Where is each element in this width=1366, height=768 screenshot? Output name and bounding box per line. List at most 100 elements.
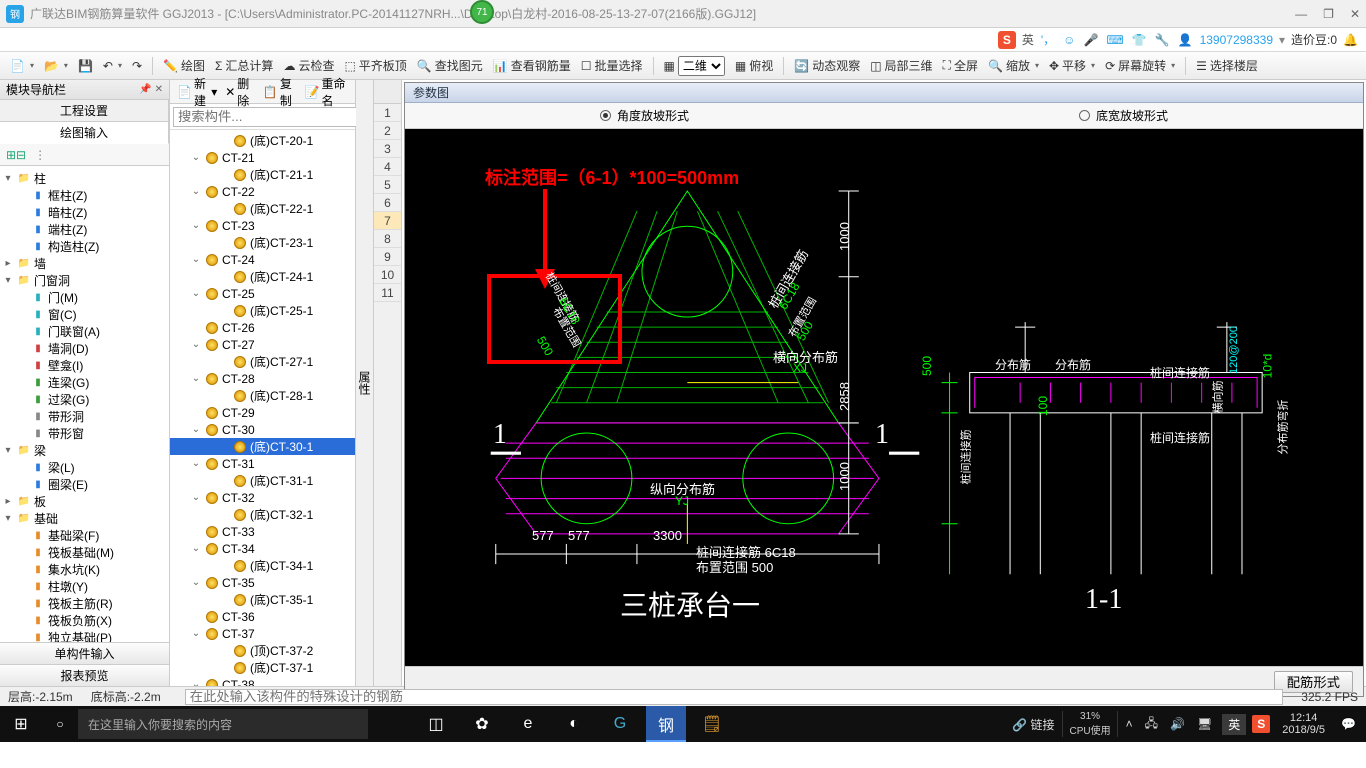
nav-tree-item[interactable]: ▮门(M): [2, 289, 167, 306]
nav-tree-item[interactable]: ▮带形窗: [2, 425, 167, 442]
special-rebar-input[interactable]: [185, 689, 1284, 705]
cpu-meter[interactable]: 31%CPU使用: [1062, 711, 1117, 737]
component-tree-item[interactable]: (底)CT-21-1: [170, 166, 355, 183]
task-view-icon[interactable]: ◫: [416, 706, 456, 742]
find-button[interactable]: 🔍 查找图元: [413, 55, 487, 76]
component-tree-item[interactable]: ⌄CT-23: [170, 217, 355, 234]
component-tree-item[interactable]: (顶)CT-37-2: [170, 642, 355, 659]
start-button[interactable]: ⊞: [0, 706, 42, 742]
app-3-icon[interactable]: G: [600, 706, 640, 742]
nav-tree-item[interactable]: ▮筏板基础(M): [2, 544, 167, 561]
keyboard-icon[interactable]: ⌨: [1106, 33, 1123, 47]
component-tree-item[interactable]: (底)CT-24-1: [170, 268, 355, 285]
component-tree-item[interactable]: ⌄CT-22: [170, 183, 355, 200]
tab-project-settings[interactable]: 工程设置: [0, 100, 169, 121]
bell-icon[interactable]: 🔔: [1343, 33, 1358, 47]
single-input-button[interactable]: 单构件输入: [0, 642, 169, 664]
network-icon[interactable]: 🖧: [1141, 714, 1162, 735]
tab-angle-slope[interactable]: 角度放坡形式: [405, 107, 884, 124]
component-tree-item[interactable]: ⌄CT-38: [170, 676, 355, 686]
volume-icon[interactable]: 🔊: [1166, 717, 1189, 731]
link-status[interactable]: 🔗 链接: [1008, 716, 1058, 733]
cortana-icon[interactable]: ○: [42, 717, 78, 731]
component-tree-item[interactable]: CT-33: [170, 523, 355, 540]
row-index[interactable]: 11: [374, 284, 401, 302]
component-tree-item[interactable]: ⌄CT-24: [170, 251, 355, 268]
component-tree-item[interactable]: ⌄CT-32: [170, 489, 355, 506]
nav-tree-item[interactable]: ▮筏板负筋(X): [2, 612, 167, 629]
flat-button[interactable]: ⬚ 平齐板顶: [340, 55, 410, 76]
component-tree-item[interactable]: ⌄CT-31: [170, 455, 355, 472]
nav-tree-item[interactable]: ▮带形洞: [2, 408, 167, 425]
drawing-canvas[interactable]: 标注范围=（6-1）*100=500mm 横向分布筋 XJ 纵向分布筋 YJ 桩…: [405, 129, 1363, 666]
notes-icon[interactable]: 🗒: [692, 706, 732, 742]
ime-icon[interactable]: '，: [1041, 31, 1055, 48]
report-preview-button[interactable]: 报表预览: [0, 664, 169, 686]
floor-button[interactable]: ☰ 选择楼层: [1192, 55, 1262, 76]
new-file-button[interactable]: 📄▾: [6, 57, 38, 75]
component-tree-item[interactable]: (底)CT-20-1: [170, 132, 355, 149]
nav-tree-item[interactable]: ▸📁墙: [2, 255, 167, 272]
component-tree-item[interactable]: CT-26: [170, 319, 355, 336]
emoji-icon[interactable]: ☺: [1063, 33, 1075, 47]
nav-tree-item[interactable]: ▮窗(C): [2, 306, 167, 323]
view2d-select[interactable]: ▦ 二维: [660, 54, 729, 78]
component-tree-item[interactable]: ⌄CT-37: [170, 625, 355, 642]
batch-button[interactable]: ☐ 批量选择: [577, 55, 647, 76]
row-index[interactable]: 6: [374, 194, 401, 212]
nav-tree-item[interactable]: ▾📁柱: [2, 170, 167, 187]
nav-tree-item[interactable]: ▮柱墩(Y): [2, 578, 167, 595]
save-button[interactable]: 💾: [74, 57, 97, 75]
ime-lang[interactable]: 英: [1022, 31, 1034, 48]
row-index[interactable]: 4: [374, 158, 401, 176]
skin-icon[interactable]: 👕: [1132, 33, 1147, 47]
sogou-tray-icon[interactable]: S: [1252, 715, 1270, 733]
tab-draw-input[interactable]: 绘图输入: [0, 122, 169, 144]
component-tree-item[interactable]: (底)CT-25-1: [170, 302, 355, 319]
toolbox-icon[interactable]: 🔧: [1155, 33, 1170, 47]
component-tree-item[interactable]: ⌄CT-27: [170, 336, 355, 353]
component-tree-item[interactable]: (底)CT-27-1: [170, 353, 355, 370]
overlook-button[interactable]: ▦ 俯视: [731, 55, 777, 76]
nav-tree-item[interactable]: ▮连梁(G): [2, 374, 167, 391]
local3d-button[interactable]: ◫ 局部三维: [866, 55, 936, 76]
rotate-button[interactable]: ⟳ 屏幕旋转▾: [1101, 55, 1179, 76]
redo-button[interactable]: ↷: [128, 57, 146, 75]
component-tree-item[interactable]: (底)CT-22-1: [170, 200, 355, 217]
tree-collapse-icon[interactable]: ⋮: [34, 148, 46, 162]
close-button[interactable]: ✕: [1350, 7, 1360, 21]
nav-tree-item[interactable]: ▮门联窗(A): [2, 323, 167, 340]
ggj-taskbar-icon[interactable]: 钢: [646, 706, 686, 742]
component-tree-item[interactable]: (底)CT-32-1: [170, 506, 355, 523]
taskbar-search[interactable]: 在这里输入你要搜索的内容: [78, 709, 368, 739]
pan-button[interactable]: ✥ 平移▾: [1045, 55, 1099, 76]
row-index[interactable]: 3: [374, 140, 401, 158]
sogou-icon[interactable]: S: [998, 31, 1016, 49]
row-index[interactable]: 7: [374, 212, 401, 230]
property-panel-label[interactable]: 属性: [356, 80, 374, 686]
row-index[interactable]: 8: [374, 230, 401, 248]
component-tree-item[interactable]: (底)CT-30-1: [170, 438, 355, 455]
nav-tree-item[interactable]: ▮构造柱(Z): [2, 238, 167, 255]
component-tree-item[interactable]: ⌄CT-28: [170, 370, 355, 387]
zoom-button[interactable]: 🔍 缩放▾: [984, 55, 1043, 76]
nav-tree-item[interactable]: ▮端柱(Z): [2, 221, 167, 238]
component-tree[interactable]: (底)CT-20-1⌄CT-21(底)CT-21-1⌄CT-22(底)CT-22…: [170, 130, 355, 686]
component-tree-item[interactable]: (底)CT-23-1: [170, 234, 355, 251]
nav-tree-item[interactable]: ▮暗柱(Z): [2, 204, 167, 221]
row-index[interactable]: 9: [374, 248, 401, 266]
nav-tree-item[interactable]: ▮壁龛(I): [2, 357, 167, 374]
component-tree-item[interactable]: (底)CT-37-1: [170, 659, 355, 676]
component-tree-item[interactable]: (底)CT-31-1: [170, 472, 355, 489]
nav-tree-item[interactable]: ▾📁门窗洞: [2, 272, 167, 289]
row-index[interactable]: 1: [374, 104, 401, 122]
open-button[interactable]: 📂▾: [40, 57, 72, 75]
user-icon[interactable]: 👤: [1178, 33, 1193, 47]
nav-tree-item[interactable]: ▮独立基础(P): [2, 629, 167, 642]
app-1-icon[interactable]: ✿: [462, 706, 502, 742]
ime-lang-tray[interactable]: 英: [1222, 714, 1246, 735]
fullscreen-button[interactable]: ⛶ 全屏: [939, 55, 982, 76]
nav-tree-item[interactable]: ▾📁梁: [2, 442, 167, 459]
clock[interactable]: 12:142018/9/5: [1274, 712, 1333, 736]
row-index[interactable]: 2: [374, 122, 401, 140]
